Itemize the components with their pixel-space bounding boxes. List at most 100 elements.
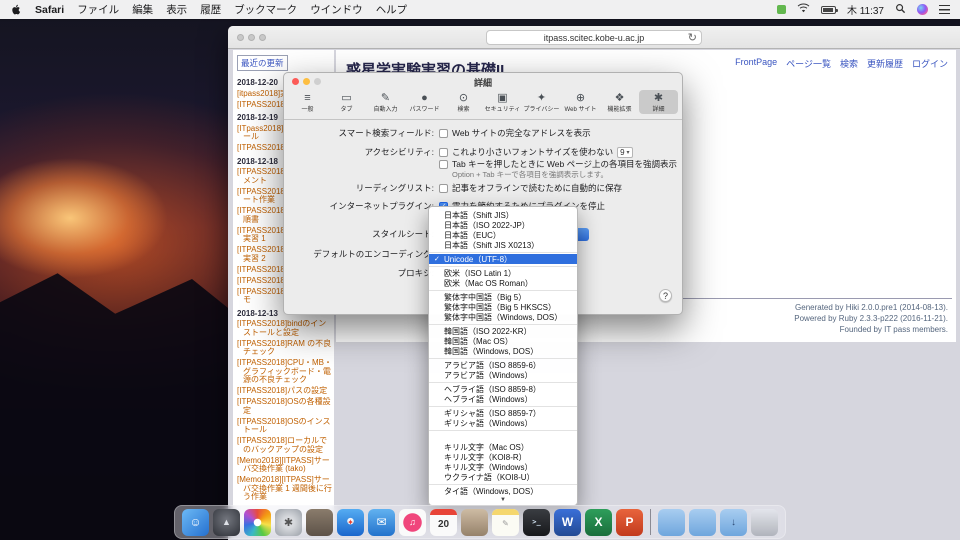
dock-calendar[interactable]: 20 <box>430 509 457 536</box>
prefs-tab-autofill[interactable]: ✎自動入力 <box>366 90 405 114</box>
dock-downloads[interactable]: ↓ <box>720 509 747 536</box>
nav-search[interactable]: 検索 <box>840 57 858 70</box>
dock-terminal[interactable]: >_ <box>523 509 550 536</box>
prefs-tab-general[interactable]: ≡一般 <box>288 90 327 114</box>
nav-update-history[interactable]: 更新履歴 <box>867 57 903 70</box>
prefs-tab-passwords[interactable]: ●パスワード <box>405 90 444 114</box>
sidebar-link[interactable]: [ITPASS2018]ローカルでのバックアップの設定 <box>237 437 332 454</box>
sidebar-link[interactable]: [ITPASS2018]パスの設定 <box>237 387 332 396</box>
prefs-tab-advanced[interactable]: ✱詳細 <box>639 90 678 114</box>
encoding-option[interactable]: 日本語（EUC） <box>429 230 577 240</box>
dock-itunes[interactable]: ♫ <box>399 509 426 536</box>
prefs-tab-privacy[interactable]: ✦プライバシー <box>522 90 561 114</box>
prefs-tab-security[interactable]: ▣セキュリティ <box>483 90 522 114</box>
encoding-option[interactable]: ヘブライ語（Windows） <box>429 394 577 404</box>
status-green-icon[interactable] <box>777 5 786 14</box>
dock-utility-app[interactable] <box>306 509 333 536</box>
menu-window[interactable]: ウインドウ <box>310 2 363 17</box>
sidebar-link[interactable]: [ITPASS2018]OSの各種設定 <box>237 398 332 415</box>
nav-login[interactable]: ログイン <box>912 57 948 70</box>
dock-mail[interactable]: ✉ <box>368 509 395 536</box>
dock-powerpoint[interactable]: P <box>616 509 643 536</box>
dock-notes[interactable]: ✎ <box>492 509 519 536</box>
menu-bookmarks[interactable]: ブックマーク <box>234 2 297 17</box>
encoding-option[interactable]: 日本語（Shift JIS） <box>429 210 577 220</box>
dock-word[interactable]: W <box>554 509 581 536</box>
sidebar-link[interactable]: [Memo2018][ITPASS]サーバ交換作業 (tako) <box>237 457 332 474</box>
row-label: デフォルトのエンコーディング: <box>284 248 439 260</box>
encoding-option[interactable]: ギリシャ語（ISO 8859-7） <box>429 408 577 418</box>
dock-folder-documents[interactable] <box>689 509 716 536</box>
nav-page-list[interactable]: ページ一覧 <box>786 57 831 70</box>
encoding-option[interactable]: 繁体字中国語（Big 5） <box>429 292 577 302</box>
encoding-option[interactable]: 韓国語（Windows, DOS） <box>429 346 577 356</box>
sidebar-link[interactable]: [ITPASS2018]OSのインストール <box>237 418 332 435</box>
nav-frontpage[interactable]: FrontPage <box>735 57 777 70</box>
menu-file[interactable]: ファイル <box>77 2 119 17</box>
siri-icon[interactable] <box>917 4 928 15</box>
dock-launchpad[interactable]: ▲ <box>213 509 240 536</box>
sidebar-link[interactable]: [ITPASS2018]bindのインストールと設定 <box>237 320 332 337</box>
wifi-icon[interactable] <box>797 3 810 16</box>
encoding-option[interactable]: ギリシャ語（Windows） <box>429 418 577 428</box>
prefs-tab-search[interactable]: ⊙検索 <box>444 90 483 114</box>
encoding-option[interactable]: アラビア語（Windows） <box>429 370 577 380</box>
encoding-option[interactable]: ヘブライ語（ISO 8859-8） <box>429 384 577 394</box>
menu-edit[interactable]: 編集 <box>132 2 153 17</box>
encoding-option-selected[interactable]: ✓Unicode（UTF-8） <box>429 254 577 264</box>
dock-contacts[interactable] <box>461 509 488 536</box>
notification-center-icon[interactable] <box>939 5 950 14</box>
encoding-option[interactable]: キリル文字（KOI8-R） <box>429 452 577 462</box>
checkbox-show-full-address[interactable] <box>439 129 448 138</box>
menu-clock[interactable]: 木 11:37 <box>847 2 884 17</box>
menu-app-name[interactable]: Safari <box>35 4 64 16</box>
menu-help[interactable]: ヘルプ <box>376 2 408 17</box>
spotlight-icon[interactable] <box>895 3 906 17</box>
dock-safari[interactable]: ✦ <box>337 509 364 536</box>
encoding-option[interactable]: 欧米（Mac OS Roman） <box>429 278 577 288</box>
dock-excel[interactable]: X <box>585 509 612 536</box>
encoding-option[interactable] <box>429 432 577 442</box>
window-minimize-button[interactable] <box>248 34 255 41</box>
encoding-option[interactable]: 日本語（Shift JIS X0213） <box>429 240 577 250</box>
encoding-option[interactable]: 日本語（ISO 2022-JP） <box>429 220 577 230</box>
dock-trash[interactable] <box>751 509 778 536</box>
apple-menu-icon[interactable] <box>10 3 22 16</box>
footer-line: Powered by Ruby 2.3.3-p222 (2016-11-21). <box>794 313 948 324</box>
address-bar[interactable]: itpass.scitec.kobe-u.ac.jp ↻ <box>486 30 702 45</box>
dock-system-preferences[interactable]: ✱ <box>275 509 302 536</box>
dock-photos[interactable] <box>244 509 271 536</box>
encoding-option[interactable]: キリル文字（Windows） <box>429 462 577 472</box>
dock-folder[interactable] <box>658 509 685 536</box>
prefs-tab-extensions[interactable]: ❖機能拡張 <box>600 90 639 114</box>
encoding-option[interactable]: ウクライナ語（KOI8-U） <box>429 472 577 482</box>
prefs-tab-tabs[interactable]: ▭タブ <box>327 90 366 114</box>
encoding-option[interactable]: 韓国語（ISO 2022-KR） <box>429 326 577 336</box>
row-label: スマート検索フィールド: <box>284 127 439 139</box>
encoding-option[interactable]: 欧米（ISO Latin 1） <box>429 268 577 278</box>
sidebar-recent-updates-link[interactable]: 最近の更新 <box>237 55 288 71</box>
menu-view[interactable]: 表示 <box>166 2 187 17</box>
menu-scroll-down-icon[interactable]: ▼ <box>429 496 577 503</box>
sidebar-link[interactable]: [ITPASS2018]CPU・MB・グラフィックボード・電源の不良チェック <box>237 359 332 385</box>
encoding-option[interactable]: アラビア語（ISO 8859-6） <box>429 360 577 370</box>
help-button[interactable]: ? <box>659 289 672 302</box>
encoding-option[interactable]: キリル文字（Mac OS） <box>429 442 577 452</box>
checkbox-min-font-size[interactable] <box>439 148 448 157</box>
checkbox-tab-highlight[interactable] <box>439 160 448 169</box>
sidebar-link[interactable]: [Memo2018][ITPASS]サーバ交換作業 1 週間後に行う作業 <box>237 476 332 502</box>
window-zoom-button[interactable] <box>259 34 266 41</box>
reload-icon[interactable]: ↻ <box>688 31 697 45</box>
encoding-option[interactable]: 繁体字中国語（Big 5 HKSCS） <box>429 302 577 312</box>
font-size-select[interactable]: 9▾ <box>617 147 632 158</box>
prefs-tab-websites[interactable]: ⊕Web サイト <box>561 90 600 114</box>
encoding-option[interactable]: 韓国語（Mac OS） <box>429 336 577 346</box>
encoding-option[interactable]: 繁体字中国語（Windows, DOS） <box>429 312 577 322</box>
sidebar-link[interactable]: [ITPASS2018]RAM の不良チェック <box>237 340 332 357</box>
encoding-option[interactable]: タイ語（Windows, DOS） <box>429 486 577 496</box>
dock-finder[interactable]: ☺ <box>182 509 209 536</box>
battery-icon[interactable] <box>821 6 836 14</box>
menu-history[interactable]: 履歴 <box>200 2 221 17</box>
checkbox-offline-reading[interactable] <box>439 184 448 193</box>
window-close-button[interactable] <box>237 34 244 41</box>
